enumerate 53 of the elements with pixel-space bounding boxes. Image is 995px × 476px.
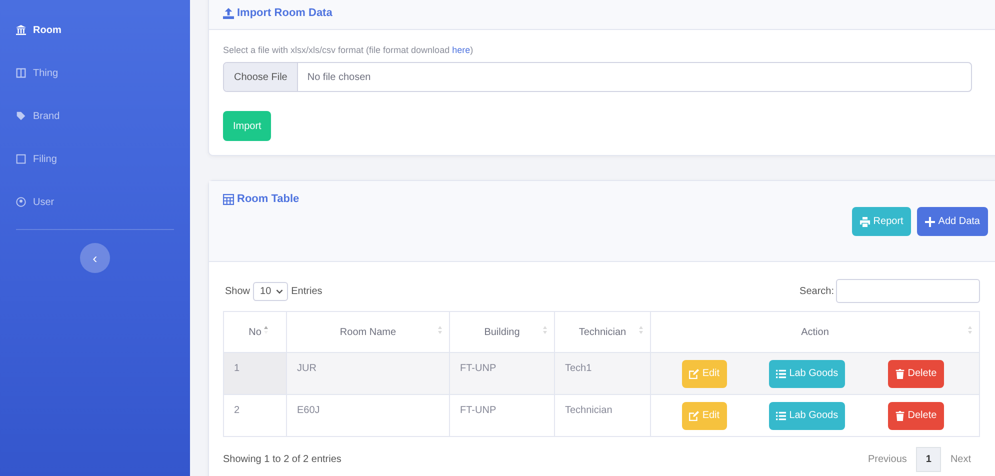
list-icon (776, 368, 786, 378)
trash-icon (894, 410, 905, 420)
table-cell: FT-UNP (450, 394, 554, 436)
show-label: Show (225, 286, 250, 296)
search-label: Search: (800, 286, 834, 296)
file-format-hint: Select a file with xlsx/xls/csv format (file format download here) (223, 45, 474, 55)
choose-file-button[interactable]: Choose File (224, 63, 298, 91)
import-button[interactable]: Import (223, 111, 272, 141)
delete-button[interactable]: Delete (888, 360, 944, 388)
sidebar-item[interactable]: Filing (16, 149, 190, 169)
edit-icon (689, 368, 700, 378)
table-cell: Tech1 (554, 352, 650, 394)
chevron-down-icon (276, 288, 284, 294)
upload-icon (223, 8, 234, 18)
add-data-button[interactable]: Add Data (917, 207, 988, 236)
delete-button[interactable]: Delete (888, 402, 944, 430)
table-cell: FT-UNP (450, 352, 554, 394)
trash-icon (894, 368, 905, 378)
file-input[interactable]: Choose File No file chosen (223, 62, 972, 92)
table-cell: JUR (286, 352, 450, 394)
table-cell: 1 (224, 352, 286, 394)
page-size-select[interactable]: 10 (253, 282, 288, 300)
next-link[interactable]: Next (941, 454, 980, 465)
user-icon (16, 197, 26, 207)
list-icon (776, 410, 786, 420)
search-field[interactable] (836, 279, 980, 303)
print-icon (860, 216, 870, 226)
tag-icon (16, 111, 26, 121)
report-button[interactable]: Report (852, 207, 912, 236)
columns-icon (16, 68, 26, 78)
plus-icon (925, 216, 936, 226)
table-cell: Technician (554, 394, 650, 436)
previous-link[interactable]: Previous (858, 454, 916, 465)
card-title: Import Room Data (223, 7, 988, 19)
lab-goods-button[interactable]: Lab Goods (769, 360, 846, 388)
page-link[interactable]: 1 (916, 447, 942, 472)
bank-icon (16, 25, 26, 35)
file-status: No file chosen (306, 70, 371, 84)
table-cell: 2 (224, 394, 286, 436)
entries-label: Entries (291, 286, 322, 296)
table-icon (223, 194, 234, 204)
square-icon (16, 154, 26, 164)
edit-icon (689, 410, 700, 420)
sidebar-item[interactable]: User (16, 192, 190, 212)
sidebar-toggle-button[interactable]: ‹ (80, 243, 110, 273)
download-link[interactable]: here (452, 45, 470, 55)
table-cell: E60J (286, 394, 450, 436)
sidebar-item[interactable]: Brand (16, 106, 190, 126)
card-title: Room Table (223, 193, 980, 205)
sidebar-item[interactable]: Thing (16, 63, 190, 83)
table-info: Showing 1 to 2 of 2 entries (223, 454, 342, 465)
lab-goods-button[interactable]: Lab Goods (769, 402, 846, 430)
sidebar-item[interactable]: Room (16, 20, 190, 40)
